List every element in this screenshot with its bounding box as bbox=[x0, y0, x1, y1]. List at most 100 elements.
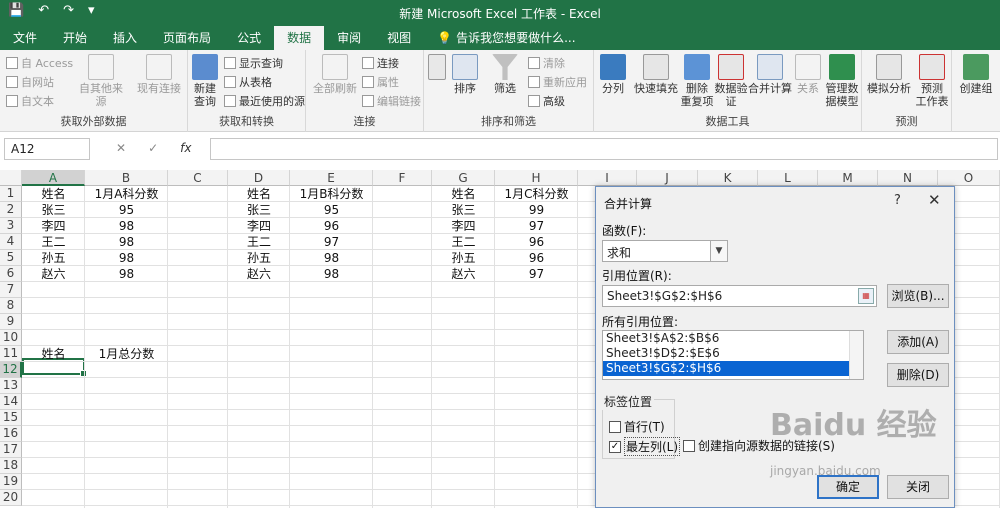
name-box[interactable]: A12 bbox=[4, 138, 90, 160]
header-cell[interactable]: 1月B科分数 bbox=[290, 186, 373, 202]
data-cell[interactable]: 张三 bbox=[432, 202, 495, 218]
reapply-button[interactable]: 重新应用 bbox=[528, 74, 587, 90]
flash-fill-button[interactable]: 快速填充 bbox=[632, 54, 680, 95]
insert-function-icon[interactable]: fx bbox=[180, 141, 191, 155]
data-cell[interactable]: 95 bbox=[85, 202, 168, 218]
data-cell[interactable]: 98 bbox=[85, 250, 168, 266]
row-header-9[interactable]: 9 bbox=[0, 314, 22, 330]
data-validation-button[interactable]: 数据验证 bbox=[714, 54, 748, 108]
column-header-h[interactable]: H bbox=[495, 170, 578, 186]
row-header-1[interactable]: 1 bbox=[0, 186, 22, 202]
data-cell[interactable]: 99 bbox=[495, 202, 578, 218]
delete-button[interactable]: 删除(D) bbox=[887, 363, 949, 387]
tab-view[interactable]: 视图 bbox=[374, 26, 424, 50]
help-icon[interactable]: ? bbox=[894, 193, 901, 208]
data-cell[interactable]: 98 bbox=[290, 266, 373, 282]
column-header-f[interactable]: F bbox=[373, 170, 432, 186]
connections-button[interactable]: 连接 bbox=[362, 55, 399, 71]
recent-sources-button[interactable]: 最近使用的源 bbox=[224, 93, 305, 109]
row-header-13[interactable]: 13 bbox=[0, 378, 22, 394]
column-header-m[interactable]: M bbox=[818, 170, 878, 186]
show-queries-button[interactable]: 显示查询 bbox=[224, 55, 283, 71]
data-cell[interactable]: 97 bbox=[290, 234, 373, 250]
close-icon[interactable]: ✕ bbox=[928, 191, 941, 209]
existing-connections-button[interactable]: 现有连接 bbox=[134, 54, 184, 95]
data-cell[interactable]: 张三 bbox=[228, 202, 290, 218]
row-header-15[interactable]: 15 bbox=[0, 410, 22, 426]
row-header-20[interactable]: 20 bbox=[0, 490, 22, 506]
sort-button[interactable]: 排序 bbox=[450, 54, 480, 95]
checkbox-box[interactable] bbox=[609, 420, 621, 433]
edit-links-button[interactable]: 编辑链接 bbox=[362, 93, 421, 109]
data-cell[interactable]: 王二 bbox=[22, 234, 85, 250]
row-header-4[interactable]: 4 bbox=[0, 234, 22, 250]
row-header-3[interactable]: 3 bbox=[0, 218, 22, 234]
collapse-dialog-icon[interactable]: ▦ bbox=[858, 288, 874, 304]
data-cell[interactable]: 98 bbox=[290, 250, 373, 266]
cancel-icon[interactable]: ✕ bbox=[116, 141, 126, 155]
other-sources-button[interactable]: 自其他来源 bbox=[74, 54, 128, 108]
consolidate-button[interactable]: 合并计算 bbox=[748, 54, 792, 95]
data-cell[interactable]: 95 bbox=[290, 202, 373, 218]
column-header-k[interactable]: K bbox=[698, 170, 758, 186]
tab-formulas[interactable]: 公式 bbox=[224, 26, 274, 50]
data-cell[interactable]: 赵六 bbox=[228, 266, 290, 282]
data-cell[interactable]: 98 bbox=[85, 266, 168, 282]
column-header-o[interactable]: O bbox=[938, 170, 1000, 186]
add-button[interactable]: 添加(A) bbox=[887, 330, 949, 354]
select-all-corner[interactable] bbox=[0, 170, 22, 186]
advanced-filter-button[interactable]: 高级 bbox=[528, 93, 565, 109]
data-cell[interactable]: 96 bbox=[495, 250, 578, 266]
row-header-11[interactable]: 11 bbox=[0, 346, 22, 362]
tab-review[interactable]: 审阅 bbox=[324, 26, 374, 50]
from-access-button[interactable]: 自 Access bbox=[6, 55, 73, 71]
column-header-b[interactable]: B bbox=[85, 170, 168, 186]
column-header-n[interactable]: N bbox=[878, 170, 938, 186]
data-cell[interactable]: 97 bbox=[495, 266, 578, 282]
summary-header-cell[interactable]: 姓名 bbox=[22, 346, 85, 362]
tell-me-box[interactable]: 💡 告诉我您想要做什么... bbox=[424, 26, 588, 50]
column-header-c[interactable]: C bbox=[168, 170, 228, 186]
relationships-button[interactable]: 关系 bbox=[794, 54, 822, 95]
function-select[interactable]: 求和 ▼ bbox=[602, 240, 728, 262]
summary-header-cell[interactable]: 1月总分数 bbox=[85, 346, 168, 362]
from-text-button[interactable]: 自文本 bbox=[6, 93, 54, 109]
forecast-sheet-button[interactable]: 预测 工作表 bbox=[914, 54, 950, 108]
checkmark-icon[interactable]: ✓ bbox=[609, 440, 621, 453]
checkbox-box[interactable] bbox=[683, 439, 695, 452]
row-header-18[interactable]: 18 bbox=[0, 458, 22, 474]
data-cell[interactable]: 王二 bbox=[432, 234, 495, 250]
left-column-checkbox[interactable]: ✓ 最左列(L) bbox=[609, 437, 681, 456]
data-cell[interactable]: 王二 bbox=[228, 234, 290, 250]
sort-az-button[interactable] bbox=[426, 54, 448, 82]
row-header-19[interactable]: 19 bbox=[0, 474, 22, 490]
data-cell[interactable]: 97 bbox=[495, 218, 578, 234]
tab-data[interactable]: 数据 bbox=[274, 26, 325, 50]
properties-button[interactable]: 属性 bbox=[362, 74, 399, 90]
data-cell[interactable]: 李四 bbox=[432, 218, 495, 234]
data-cell[interactable]: 孙五 bbox=[432, 250, 495, 266]
new-query-button[interactable]: 新建 查询 bbox=[190, 54, 220, 108]
header-cell[interactable]: 姓名 bbox=[432, 186, 495, 202]
from-web-button[interactable]: 自网站 bbox=[6, 74, 54, 90]
data-cell[interactable]: 赵六 bbox=[22, 266, 85, 282]
formula-input[interactable] bbox=[210, 138, 998, 160]
header-cell[interactable]: 姓名 bbox=[228, 186, 290, 202]
row-header-5[interactable]: 5 bbox=[0, 250, 22, 266]
data-cell[interactable]: 李四 bbox=[228, 218, 290, 234]
tab-page-layout[interactable]: 页面布局 bbox=[150, 26, 224, 50]
refresh-all-button[interactable]: 全部刷新 bbox=[312, 54, 358, 95]
browse-button[interactable]: 浏览(B)... bbox=[887, 284, 949, 308]
list-scrollbar[interactable] bbox=[849, 331, 863, 379]
row-header-16[interactable]: 16 bbox=[0, 426, 22, 442]
tab-file[interactable]: 文件 bbox=[0, 26, 50, 50]
row-header-12[interactable]: 12 bbox=[0, 362, 22, 378]
row-header-8[interactable]: 8 bbox=[0, 298, 22, 314]
clear-filter-button[interactable]: 清除 bbox=[528, 55, 565, 71]
column-header-g[interactable]: G bbox=[432, 170, 495, 186]
list-item[interactable]: Sheet3!$D$2:$E$6 bbox=[603, 346, 863, 361]
reference-input[interactable]: Sheet3!$G$2:$H$6 ▦ bbox=[602, 285, 877, 307]
all-references-list[interactable]: Sheet3!$A$2:$B$6 Sheet3!$D$2:$E$6 Sheet3… bbox=[602, 330, 864, 380]
column-header-i[interactable]: I bbox=[578, 170, 637, 186]
chevron-down-icon[interactable]: ▼ bbox=[710, 241, 727, 261]
